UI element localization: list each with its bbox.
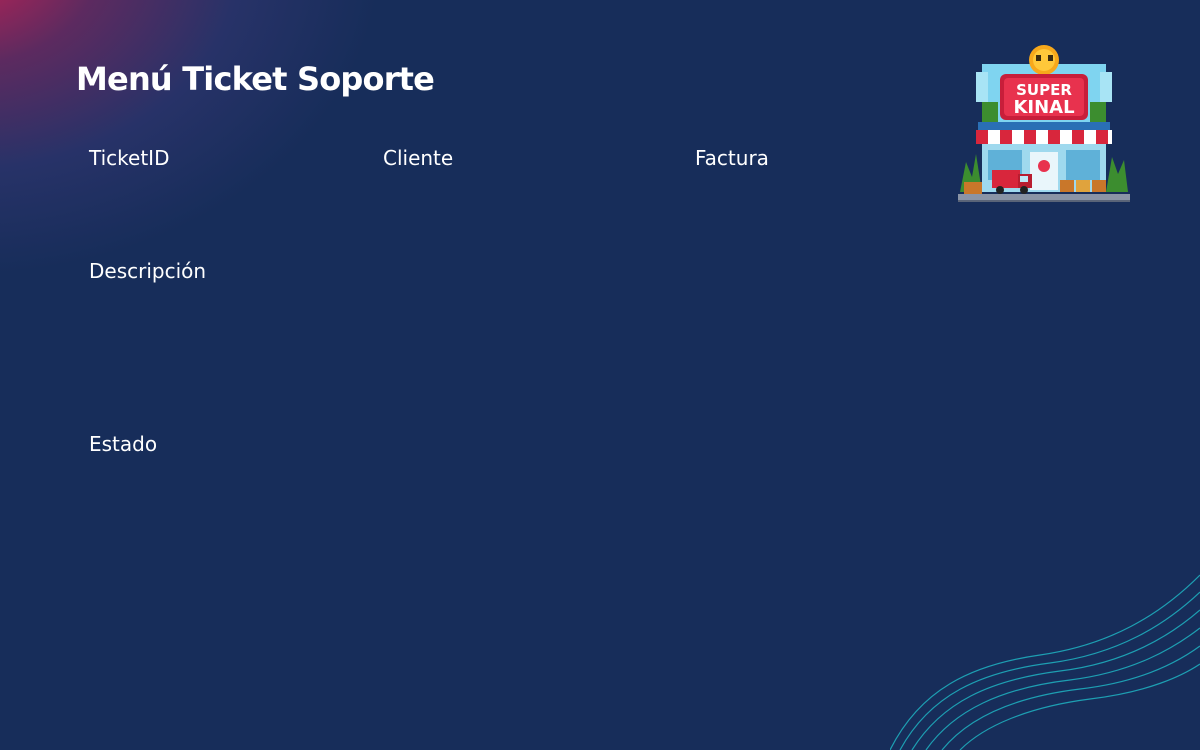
ticket-id-label: TicketID: [89, 146, 170, 170]
decorative-waves: [890, 574, 1200, 750]
estado-label: Estado: [89, 432, 158, 456]
descripcion-label: Descripción: [89, 259, 207, 283]
factura-label: Factura: [695, 146, 769, 170]
page-title: Menú Ticket Soporte: [76, 60, 435, 98]
logo-line2: KINAL: [1013, 97, 1074, 118]
store-logo-icon: SUPER KINAL: [958, 45, 1130, 202]
cliente-label: Cliente: [383, 146, 454, 170]
